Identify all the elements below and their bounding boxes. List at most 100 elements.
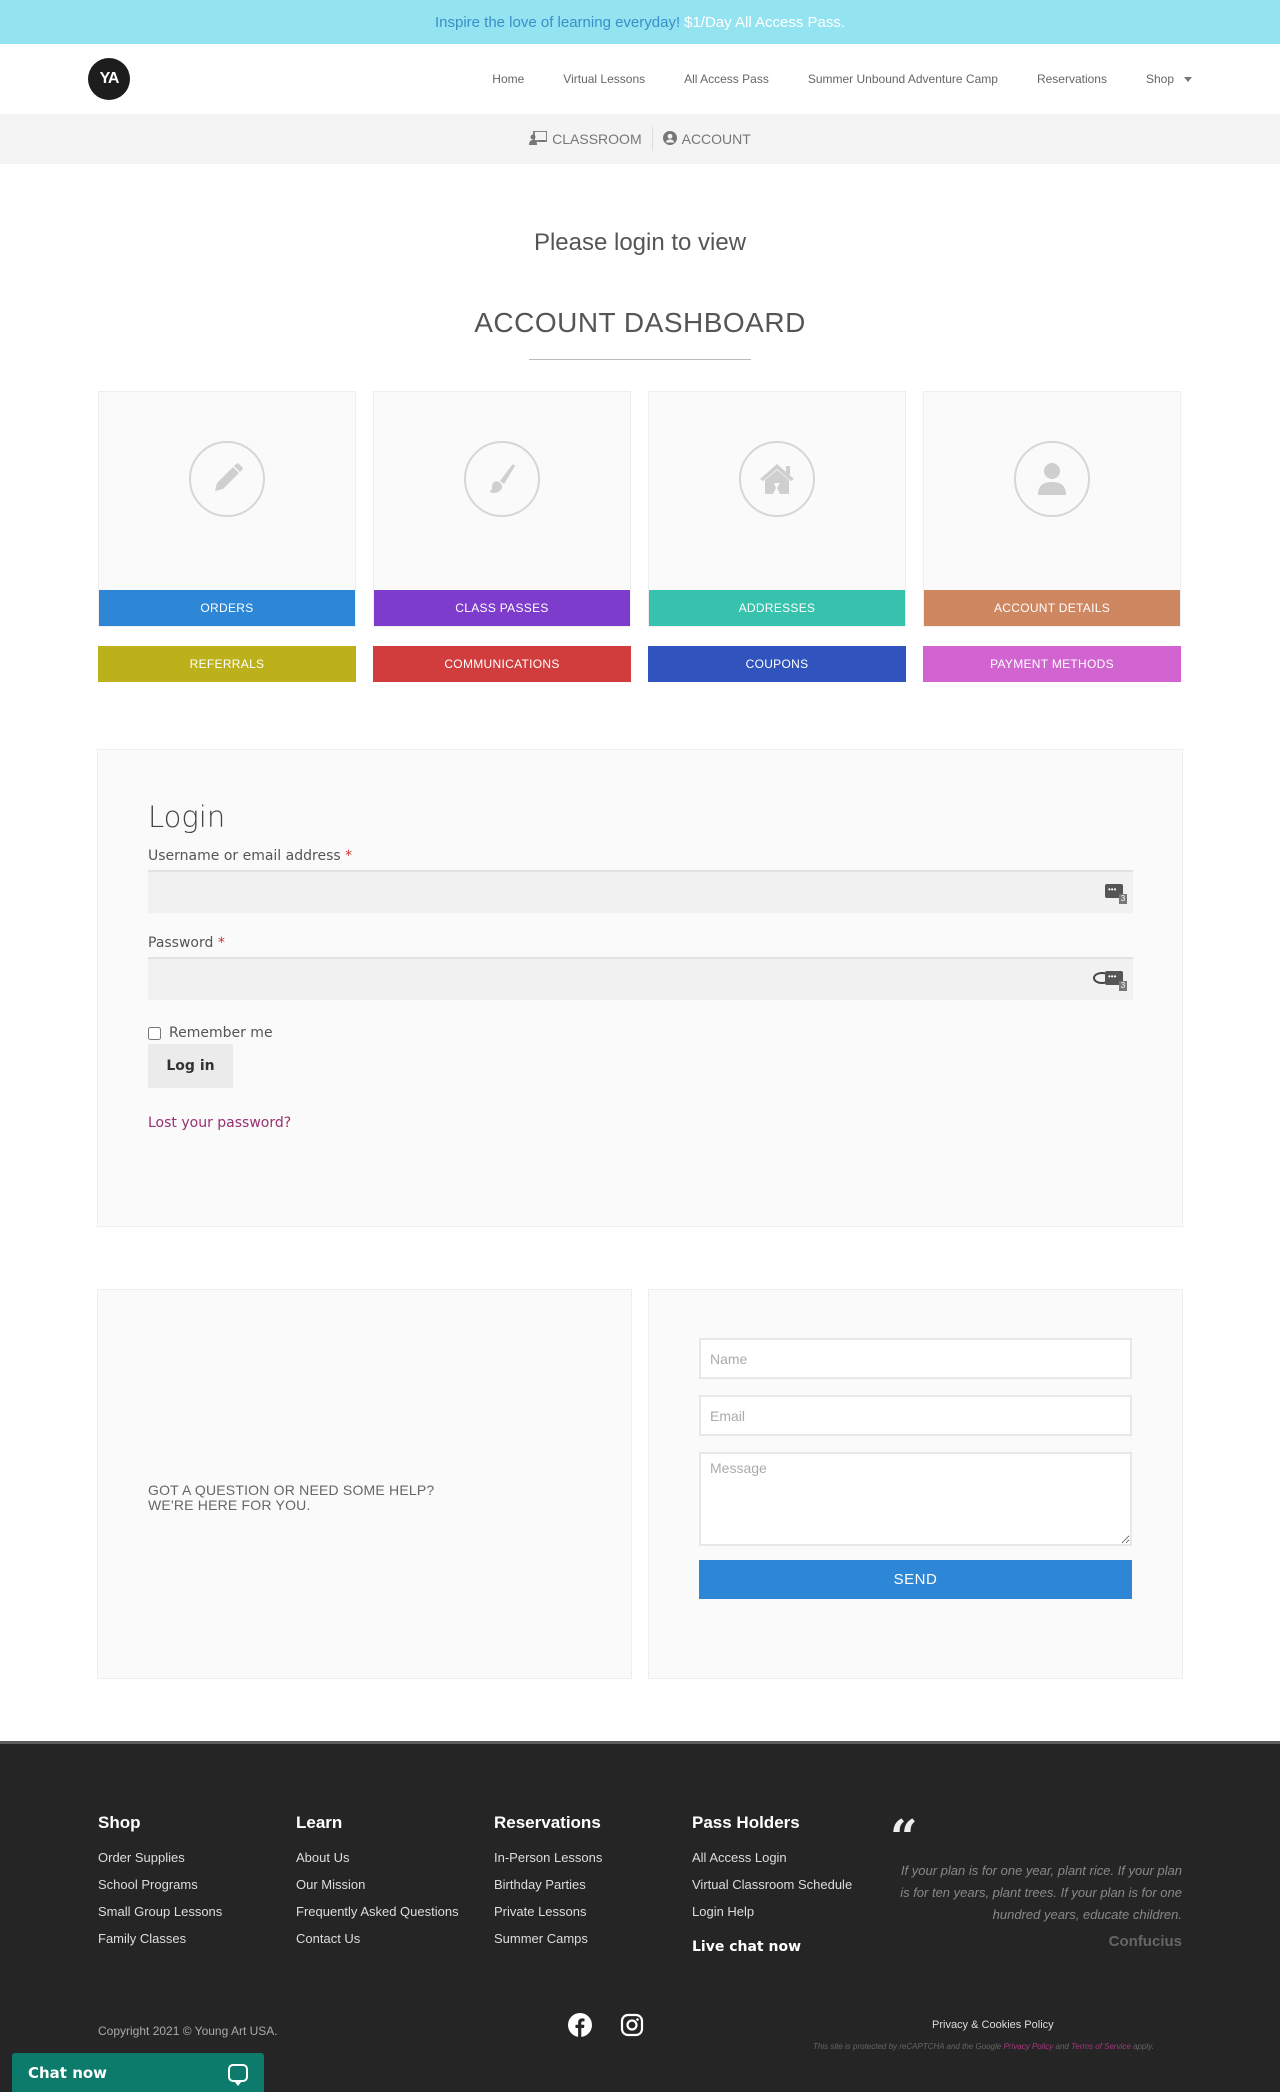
password-manager-icon[interactable]: ••• [1105,971,1127,991]
recaptcha-text: This site is protected by reCAPTCHA and … [813,2042,1002,2051]
subnav-account[interactable]: ACCOUNT [662,130,751,148]
recaptcha-text: apply. [1133,2042,1154,2051]
subnav-divider [651,127,653,151]
help-line-2: WE'RE HERE FOR YOU. [148,1497,311,1513]
subnav-classroom-label: CLASSROOM [552,131,642,147]
main-nav: Home Virtual Lessons All Access Pass Sum… [453,72,1192,86]
communications-button[interactable]: COMMUNICATIONS [373,646,631,682]
footer-heading: Learn [296,1813,343,1832]
footer-link[interactable]: Order Supplies [98,1850,296,1865]
remember-me-checkbox[interactable] [148,1026,161,1040]
footer-link[interactable]: School Programs [98,1877,296,1892]
chat-bubble-icon [228,2063,248,2086]
site-logo[interactable]: YA [88,58,130,100]
live-chat-link[interactable]: Live chat now [692,1939,890,1955]
paintbrush-icon [464,441,540,517]
footer-link[interactable]: Private Lessons [494,1904,692,1919]
coupons-button[interactable]: COUPONS [648,646,906,682]
account-subnav: CLASSROOM ACCOUNT [0,114,1280,164]
name-input[interactable] [699,1338,1132,1379]
help-question-text: GOT A QUESTION OR NEED SOME HELP? WE'RE … [148,1483,434,1513]
footer-link[interactable]: Contact Us [296,1931,494,1946]
quote-mark-icon: “ [890,1810,918,1866]
dashboard-card-addresses[interactable]: ADDRESSES [648,391,906,627]
dashboard-card-account-details[interactable]: ACCOUNT DETAILS [923,391,1181,627]
username-field[interactable]: ••• [148,870,1133,913]
quote-author: Confucius [1108,1933,1182,1950]
dashboard-card-orders[interactable]: ORDERS [98,391,356,627]
footer-link[interactable]: Summer Camps [494,1931,692,1946]
footer-col-shop: Shop Order Supplies School Programs Smal… [98,1813,296,1967]
instagram-icon[interactable] [620,2013,644,2042]
lost-password-link[interactable]: Lost your password? [148,1115,1132,1131]
footer-link[interactable]: All Access Login [692,1850,890,1865]
send-button[interactable]: SEND [699,1560,1132,1599]
copyright-text: Copyright 2021 © Young Art USA. [98,2024,278,2038]
quote-text: If your plan is for one year, plant rice… [900,1863,1182,1922]
chevron-down-icon [1184,76,1192,82]
social-links [568,2013,644,2042]
message-input[interactable] [699,1452,1132,1546]
username-label-text: Username or email address [148,848,341,864]
nav-virtual-lessons[interactable]: Virtual Lessons [563,72,645,86]
footer-columns: Shop Order Supplies School Programs Smal… [98,1813,890,1967]
username-label: Username or email address * [148,848,1132,864]
footer-link[interactable]: Birthday Parties [494,1877,692,1892]
account-details-button[interactable]: ACCOUNT DETAILS [924,590,1180,626]
nav-shop[interactable]: Shop [1146,72,1192,86]
payment-methods-button[interactable]: PAYMENT METHODS [923,646,1181,682]
google-privacy-link[interactable]: Privacy Policy [1003,2042,1053,2051]
banner-promo-link[interactable]: $1/Day All Access Pass. [684,14,845,31]
privacy-policy-link[interactable]: Privacy & Cookies Policy [932,2019,1054,2031]
banner-lead-text: Inspire the love of learning everyday! [434,13,681,31]
contact-form: SEND [648,1289,1183,1679]
referrals-button[interactable]: REFERRALS [98,646,356,682]
facebook-icon[interactable] [568,2013,592,2042]
class-passes-button[interactable]: CLASS PASSES [374,590,630,626]
footer-link[interactable]: Frequently Asked Questions [296,1904,494,1919]
subnav-classroom[interactable]: CLASSROOM [529,129,642,148]
login-form: Login Username or email address * ••• Pa… [97,749,1183,1227]
google-terms-link[interactable]: Terms of Service [1071,2042,1131,2051]
chat-widget-label: Chat now [28,2063,108,2082]
footer-link[interactable]: Family Classes [98,1931,296,1946]
footer-col-learn: Learn About Us Our Mission Frequently As… [296,1813,494,1967]
password-label-text: Password [148,935,214,951]
footer-link[interactable]: Virtual Classroom Schedule [692,1877,890,1892]
site-footer: Shop Order Supplies School Programs Smal… [0,1741,1280,2092]
password-manager-icon[interactable]: ••• [1105,884,1127,904]
footer-heading: Pass Holders [692,1813,800,1832]
orders-button[interactable]: ORDERS [99,590,355,626]
remember-me-label: Remember me [169,1025,273,1041]
password-label: Password * [148,935,1132,951]
required-mark: * [217,935,225,951]
dashboard-grid: ORDERS CLASS PASSES ADDRESSES ACCOUNT DE… [98,391,1182,682]
password-field[interactable]: ••• [148,957,1133,1000]
chat-widget[interactable]: Chat now [12,2053,264,2092]
footer-heading: Shop [98,1813,141,1832]
email-input[interactable] [699,1395,1132,1436]
footer-link[interactable]: About Us [296,1850,494,1865]
subnav-account-label: ACCOUNT [681,131,751,147]
user-icon [1014,441,1090,517]
house-icon [739,441,815,517]
nav-reservations[interactable]: Reservations [1037,72,1107,86]
footer-quote: “ If your plan is for one year, plant ri… [890,1810,1182,1950]
footer-link[interactable]: Our Mission [296,1877,494,1892]
required-mark: * [345,848,353,864]
nav-summer-camp[interactable]: Summer Unbound Adventure Camp [808,72,998,86]
footer-link[interactable]: Small Group Lessons [98,1904,296,1919]
nav-shop-label: Shop [1145,72,1174,86]
dashboard-card-class-passes[interactable]: CLASS PASSES [373,391,631,627]
nav-all-access-pass[interactable]: All Access Pass [684,72,769,86]
footer-link[interactable]: Login Help [692,1904,890,1919]
nav-home[interactable]: Home [492,72,524,86]
footer-heading: Reservations [494,1813,601,1832]
pencil-icon [189,441,265,517]
page-title: ACCOUNT DASHBOARD [474,307,806,338]
addresses-button[interactable]: ADDRESSES [649,590,905,626]
promo-banner[interactable]: Inspire the love of learning everyday! $… [0,0,1280,44]
login-button[interactable]: Log in [148,1044,233,1088]
footer-link[interactable]: In-Person Lessons [494,1850,692,1865]
login-prompt: Please login to view [533,229,747,256]
